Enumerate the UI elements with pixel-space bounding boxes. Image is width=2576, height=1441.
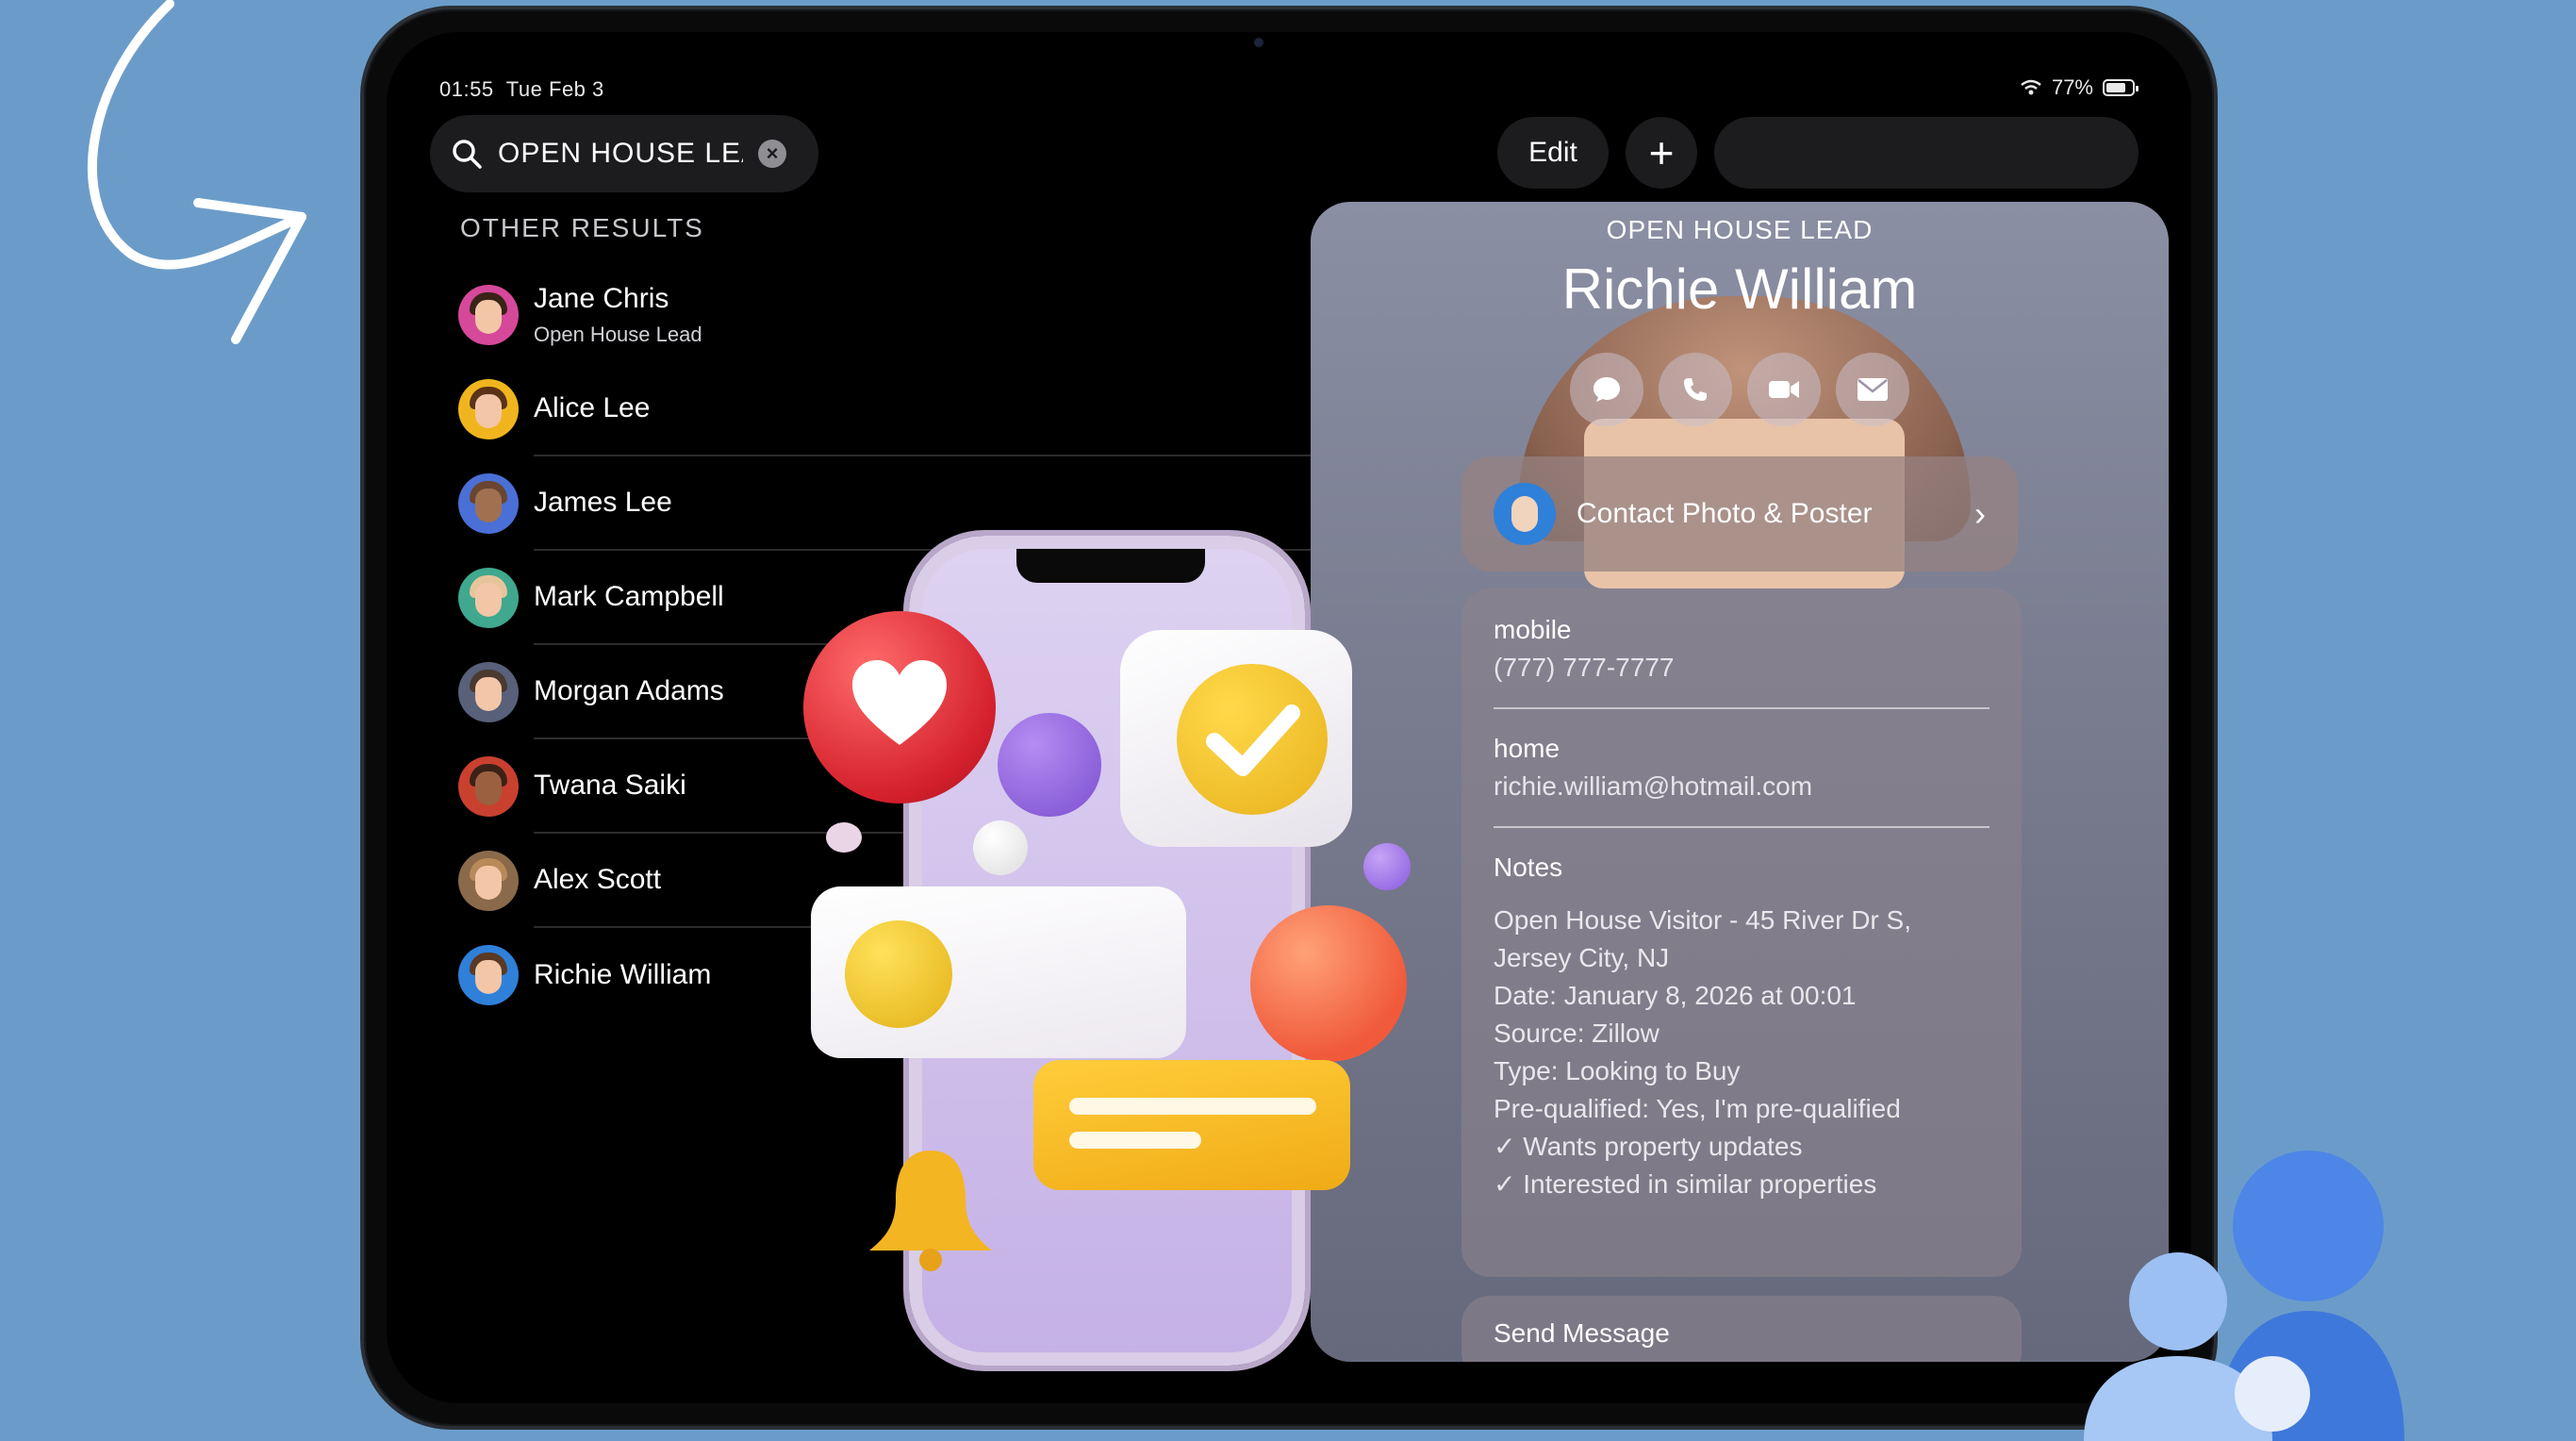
contact-row-alice-lee[interactable]: Alice Lee: [458, 362, 1326, 456]
contact-subtitle: Open House Lead: [534, 323, 702, 346]
top-toolbar: Edit +: [1497, 117, 2138, 189]
yellow-chat-card: [1033, 1060, 1350, 1190]
bell-icon: [869, 1151, 992, 1271]
heart-bubble: [803, 611, 996, 803]
home-label: home: [1494, 734, 1560, 763]
battery-percent: 77%: [2051, 75, 2093, 99]
section-label-other-results: OTHER RESULTS: [460, 213, 704, 242]
contact-card-name: Richie William: [1561, 257, 1918, 321]
avatar: [458, 851, 519, 911]
message-icon[interactable]: [1570, 353, 1643, 426]
avatar: [458, 473, 519, 534]
contact-photo-poster-label: Contact Photo & Poster: [1577, 498, 1873, 529]
video-icon[interactable]: [1747, 353, 1821, 426]
purple-ball: [998, 713, 1101, 817]
home-email-value[interactable]: richie.william@hotmail.com: [1494, 771, 1990, 802]
white-ball: [973, 820, 1028, 875]
contact-name: James Lee: [534, 487, 672, 518]
notes-line: Pre-qualified: Yes, I'm pre-qualified: [1494, 1094, 1901, 1123]
notes-line: Open House Visitor - 45 River Dr S,: [1494, 905, 1911, 935]
mail-icon[interactable]: [1836, 353, 1909, 426]
wifi-icon: [2021, 79, 2041, 95]
search-icon: [453, 140, 482, 169]
avatar: [458, 568, 519, 628]
notes-line: Type: Looking to Buy: [1494, 1056, 1741, 1085]
contact-row-jane-chris[interactable]: Jane Chris Open House Lead: [458, 268, 1326, 362]
divider: [1494, 707, 1990, 709]
front-camera: [1254, 38, 1263, 47]
small-pink-ball: [826, 822, 862, 853]
send-message-button[interactable]: Send Message: [1461, 1296, 2022, 1362]
checkmark-card: [1120, 630, 1352, 847]
notes-line: Jersey City, NJ: [1494, 943, 1670, 972]
mobile-label: mobile: [1494, 615, 1572, 644]
phone-notch: [1016, 549, 1205, 583]
avatar: [458, 379, 519, 439]
notes-line: Source: Zillow: [1494, 1019, 1660, 1048]
avatar: [1494, 483, 1556, 545]
message-dot: [845, 920, 952, 1028]
curved-arrow-icon: [87, 0, 306, 344]
contact-info-section: mobile (777) 777-7777 home richie.willia…: [1461, 588, 2022, 1277]
orange-ball: [1250, 905, 1407, 1062]
avatar: [458, 756, 519, 817]
check-icon: [1206, 704, 1300, 776]
search-input[interactable]: [498, 138, 743, 170]
divider: [1494, 826, 1990, 828]
battery-icon: [2103, 79, 2138, 96]
avatar: [458, 945, 519, 1005]
people-group-icon: [2084, 1151, 2404, 1441]
mobile-value[interactable]: (777) 777-7777: [1494, 653, 1990, 683]
phone-icon[interactable]: [1659, 353, 1732, 426]
notes-label: Notes: [1494, 853, 1563, 882]
small-purple-ball: [1363, 843, 1411, 890]
contact-name: Jane Chris: [534, 283, 669, 314]
search-bar[interactable]: ×: [430, 115, 818, 192]
heart-icon: [852, 660, 947, 745]
status-date: Tue Feb 3: [505, 77, 604, 101]
contact-detail-card: OPEN HOUSE LEAD Richie William Contact P…: [1311, 202, 2169, 1362]
chevron-right-icon: ›: [1974, 494, 1986, 533]
notes-line: ✓ Interested in similar properties: [1494, 1169, 1877, 1199]
add-contact-button[interactable]: +: [1626, 117, 1697, 189]
avatar: [458, 285, 519, 345]
status-clock: 01:55: [439, 77, 494, 101]
notes-line: Date: January 8, 2026 at 00:01: [1494, 981, 1857, 1010]
avatar: [458, 662, 519, 722]
toolbar-blank-area: [1714, 117, 2138, 189]
notes-line: ✓ Wants property updates: [1494, 1132, 1803, 1161]
notes-body[interactable]: Open House Visitor - 45 River Dr S, Jers…: [1494, 902, 1990, 1203]
contact-photo-poster-row[interactable]: Contact Photo & Poster ›: [1461, 456, 2018, 571]
status-time: 01:55 Tue Feb 3: [439, 77, 604, 102]
message-card: [811, 886, 1186, 1058]
contact-name: Alice Lee: [534, 392, 651, 423]
edit-button[interactable]: Edit: [1497, 117, 1609, 189]
contact-actions: [1311, 353, 2169, 426]
check-circle: [1177, 664, 1328, 815]
clear-search-icon[interactable]: ×: [758, 140, 786, 168]
status-right: 77%: [2020, 75, 2138, 100]
contact-card-header: OPEN HOUSE LEAD: [1606, 215, 1874, 244]
